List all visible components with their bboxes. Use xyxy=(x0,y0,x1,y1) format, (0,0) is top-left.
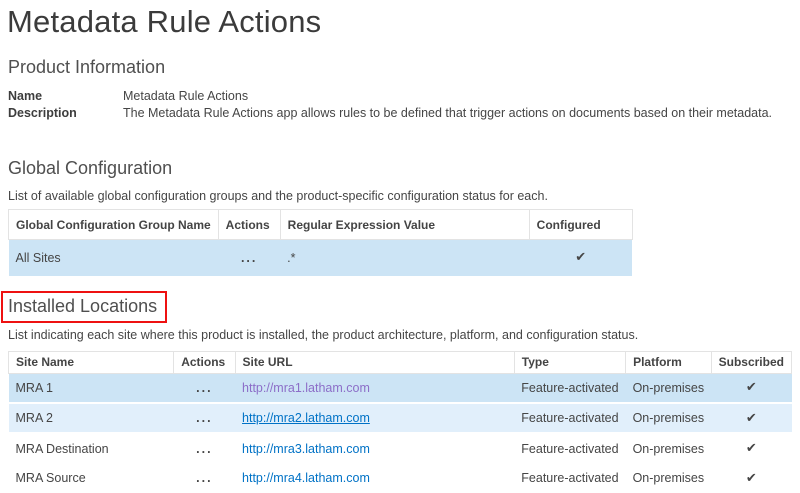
actions-ellipsis-menu[interactable]: ... xyxy=(174,403,235,433)
installed-locations-heading: Installed Locations xyxy=(8,294,157,318)
actions-ellipsis-menu[interactable]: ... xyxy=(218,240,280,276)
subscribed-check-icon: ✔ xyxy=(711,463,791,493)
group-name-cell: All Sites xyxy=(9,240,219,276)
platform-cell: On-premises xyxy=(626,403,712,433)
site-name-cell: MRA Source xyxy=(9,463,174,493)
installed-row-mra2[interactable]: MRA 2 ... http://mra2.latham.com Feature… xyxy=(9,403,792,433)
col-header-actions: Actions xyxy=(174,351,235,373)
subscribed-check-icon: ✔ xyxy=(711,403,791,433)
installed-locations-section: Installed Locations List indicating each… xyxy=(8,276,792,493)
global-config-header-row: Global Configuration Group Name Actions … xyxy=(9,210,633,240)
platform-cell: On-premises xyxy=(626,433,712,463)
type-cell: Feature-activated xyxy=(514,373,625,403)
site-url-link[interactable]: http://mra1.latham.com xyxy=(242,381,370,395)
col-header-site-url: Site URL xyxy=(235,351,514,373)
product-information-fields: Name Metadata Rule Actions Description T… xyxy=(8,88,792,122)
platform-cell: On-premises xyxy=(626,463,712,493)
description-value: The Metadata Rule Actions app allows rul… xyxy=(123,105,772,122)
page-title: Metadata Rule Actions xyxy=(7,2,792,42)
regex-value-cell: .* xyxy=(280,240,529,276)
name-value: Metadata Rule Actions xyxy=(123,88,248,105)
site-url-link[interactable]: http://mra4.latham.com xyxy=(242,471,370,485)
configured-check-icon: ✔ xyxy=(529,240,632,276)
installed-row-mra1[interactable]: MRA 1 ... http://mra1.latham.com Feature… xyxy=(9,373,792,403)
col-header-configured: Configured xyxy=(529,210,632,240)
installed-header-row: Site Name Actions Site URL Type Platform… xyxy=(9,351,792,373)
global-configuration-heading: Global Configuration xyxy=(8,156,792,180)
field-row-name: Name Metadata Rule Actions xyxy=(8,88,792,105)
site-name-cell: MRA 1 xyxy=(9,373,174,403)
col-header-type: Type xyxy=(514,351,625,373)
type-cell: Feature-activated xyxy=(514,403,625,433)
installed-locations-table: Site Name Actions Site URL Type Platform… xyxy=(8,351,792,493)
global-configuration-section: Global Configuration List of available g… xyxy=(8,156,792,276)
actions-ellipsis-menu[interactable]: ... xyxy=(174,433,235,463)
type-cell: Feature-activated xyxy=(514,433,625,463)
description-label: Description xyxy=(8,105,123,122)
site-url-link[interactable]: http://mra3.latham.com xyxy=(242,442,370,456)
col-header-regex-value: Regular Expression Value xyxy=(280,210,529,240)
subscribed-check-icon: ✔ xyxy=(711,433,791,463)
field-row-description: Description The Metadata Rule Actions ap… xyxy=(8,105,792,122)
subscribed-check-icon: ✔ xyxy=(711,373,791,403)
installed-row-mra-source[interactable]: MRA Source ... http://mra4.latham.com Fe… xyxy=(9,463,792,493)
actions-ellipsis-menu[interactable]: ... xyxy=(174,373,235,403)
site-name-cell: MRA Destination xyxy=(9,433,174,463)
global-config-row-all-sites[interactable]: All Sites ... .* ✔ xyxy=(9,240,633,276)
col-header-site-name: Site Name xyxy=(9,351,174,373)
global-configuration-table: Global Configuration Group Name Actions … xyxy=(8,209,633,276)
col-header-platform: Platform xyxy=(626,351,712,373)
installed-locations-description: List indicating each site where this pro… xyxy=(8,327,792,343)
product-information-heading: Product Information xyxy=(8,55,792,79)
product-information-section: Product Information Name Metadata Rule A… xyxy=(8,55,792,122)
installed-row-mra-destination[interactable]: MRA Destination ... http://mra3.latham.c… xyxy=(9,433,792,463)
col-header-group-name: Global Configuration Group Name xyxy=(9,210,219,240)
site-url-link[interactable]: http://mra2.latham.com xyxy=(242,411,370,425)
platform-cell: On-premises xyxy=(626,373,712,403)
actions-ellipsis-menu[interactable]: ... xyxy=(174,463,235,493)
annotation-highlight-box: Installed Locations xyxy=(1,291,167,323)
col-header-subscribed: Subscribed xyxy=(711,351,791,373)
site-name-cell: MRA 2 xyxy=(9,403,174,433)
col-header-actions: Actions xyxy=(218,210,280,240)
name-label: Name xyxy=(8,88,123,105)
type-cell: Feature-activated xyxy=(514,463,625,493)
global-configuration-description: List of available global configuration g… xyxy=(8,188,792,204)
